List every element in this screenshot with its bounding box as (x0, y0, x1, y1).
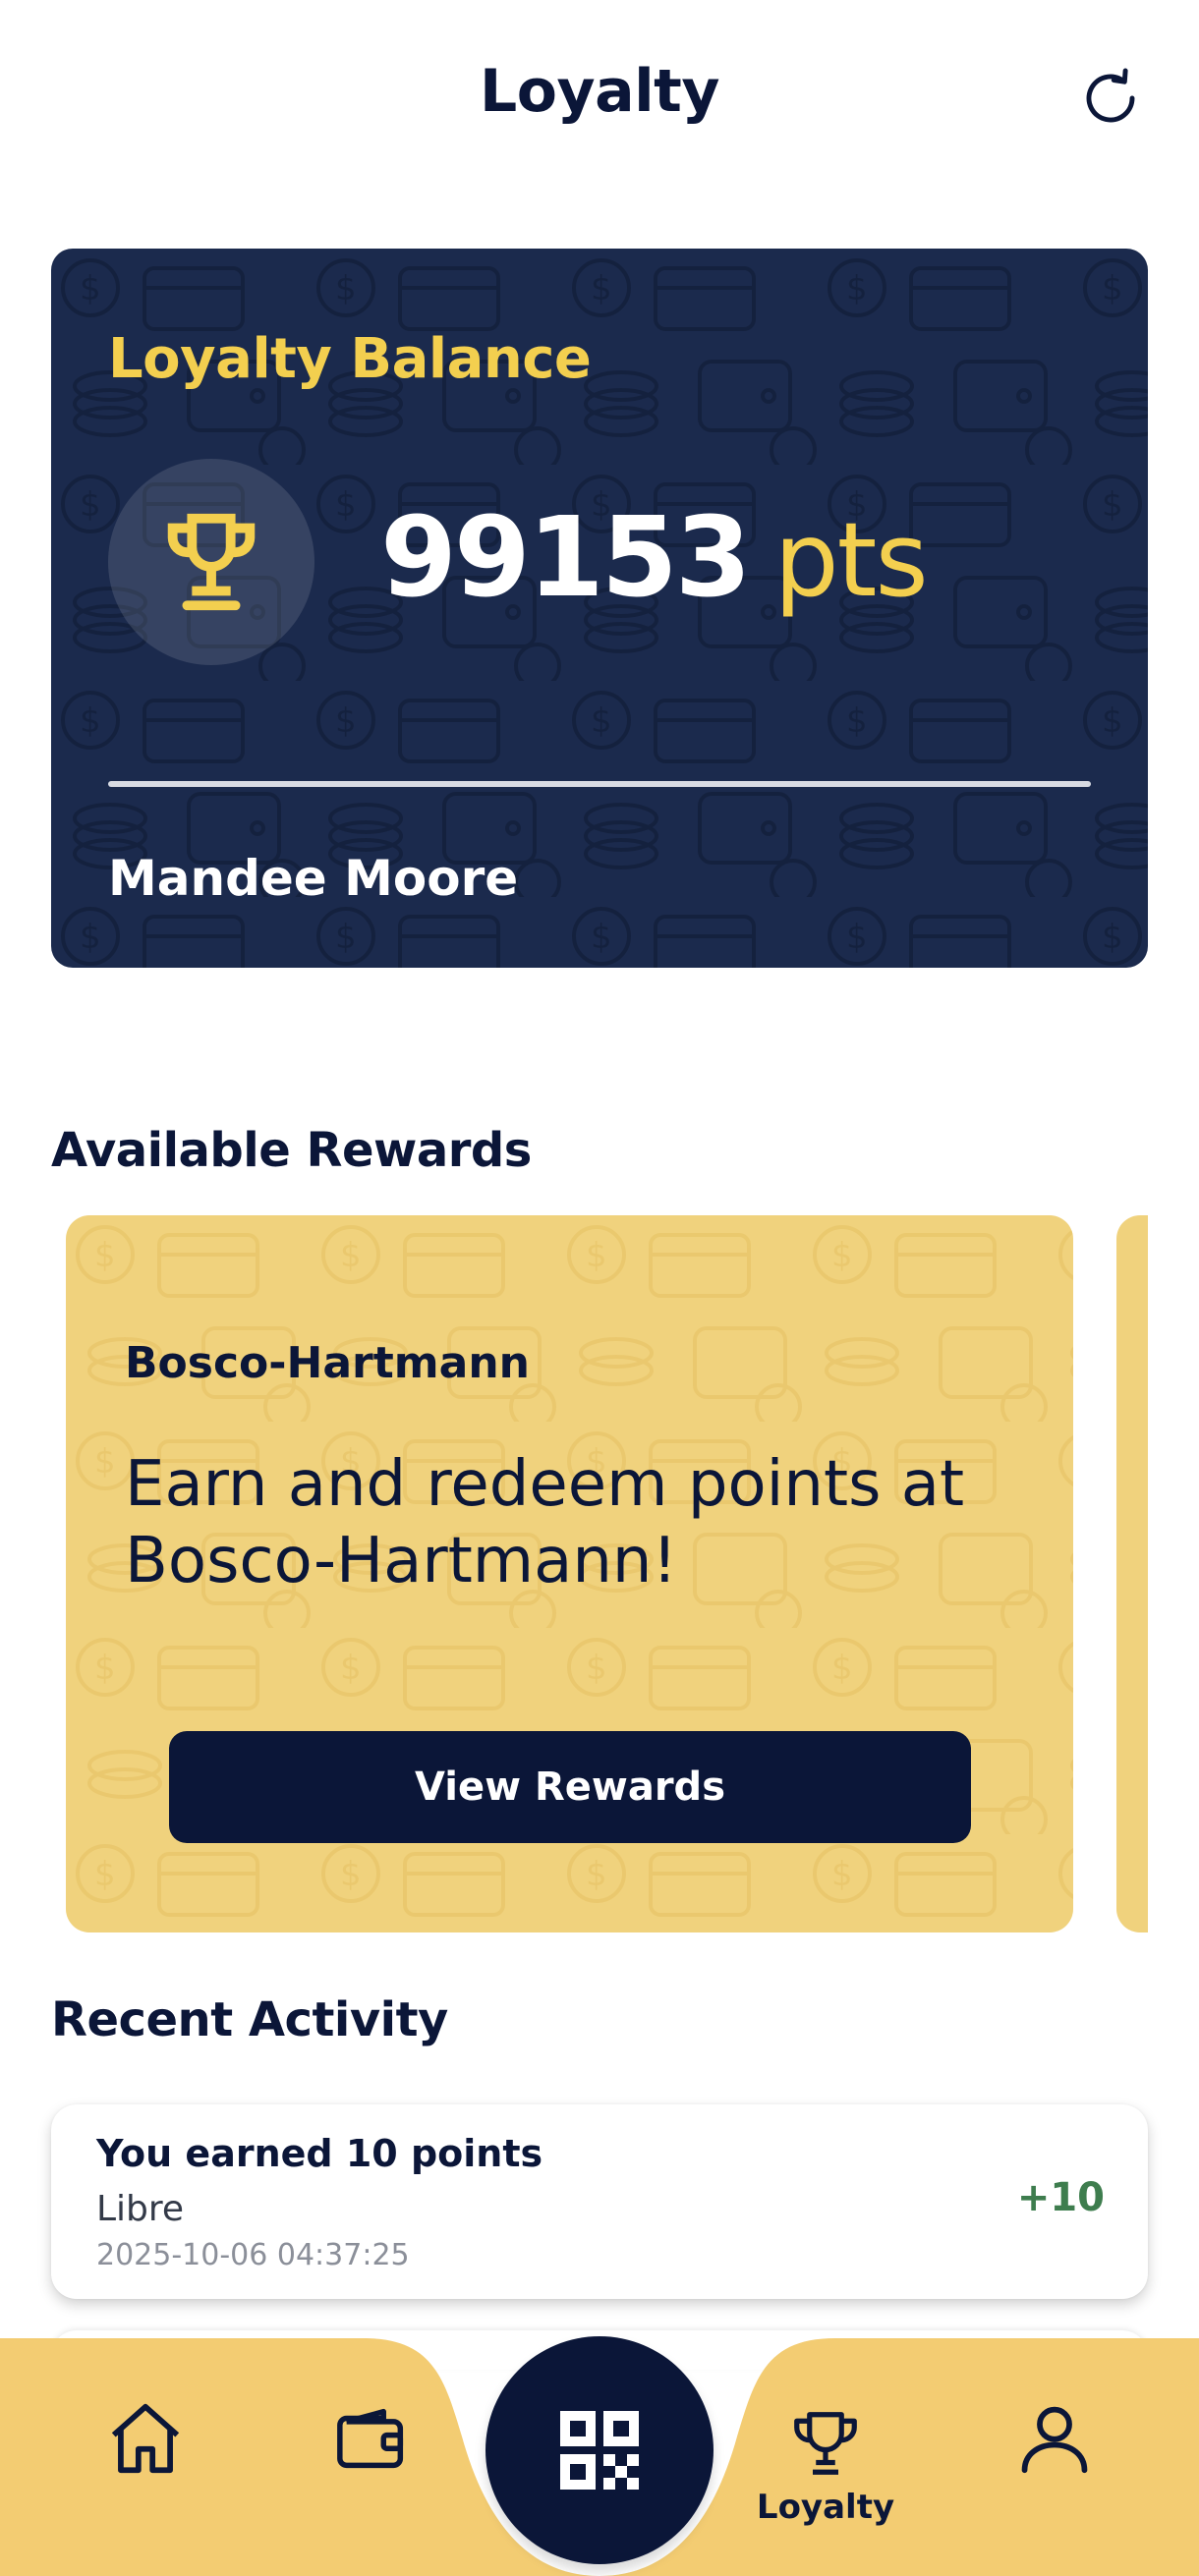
home-icon (111, 2403, 180, 2474)
trophy-icon (167, 513, 256, 611)
activity-timestamp: 2025-10-06 04:37:25 (96, 2238, 410, 2272)
trophy-badge (108, 459, 314, 665)
nav-wallet[interactable] (324, 2389, 423, 2488)
reward-description: Earn and redeem points at Bosco-Hartmann… (125, 1448, 965, 1597)
activity-points: +10 (1016, 2175, 1105, 2220)
refresh-icon (1086, 68, 1135, 123)
next-reward-card-peek[interactable] (1116, 1215, 1148, 1932)
page-title: Loyalty (480, 57, 719, 126)
reward-merchant-name: Bosco-Hartmann (125, 1338, 530, 1388)
wallet-icon (337, 2408, 404, 2469)
activity-section-title: Recent Activity (51, 1992, 448, 2047)
nav-loyalty-label: Loyalty (756, 2488, 895, 2527)
profile-icon (1021, 2406, 1088, 2474)
activity-merchant: Libre (96, 2189, 185, 2229)
qr-code-icon (560, 2411, 639, 2490)
app-header: Loyalty (0, 0, 1199, 196)
trophy-icon (794, 2412, 857, 2475)
member-name: Mandee Moore (108, 850, 519, 907)
view-rewards-button[interactable]: View Rewards (169, 1731, 971, 1843)
points-unit: pts (773, 500, 929, 620)
card-divider (108, 781, 1091, 787)
nav-loyalty[interactable]: Loyalty (757, 2397, 894, 2535)
reward-card[interactable]: $ Bosco-Hartmann Earn and redeem points … (66, 1215, 1073, 1932)
nav-profile[interactable] (1005, 2389, 1104, 2488)
points-value: 99153 (380, 494, 752, 622)
activity-list-item[interactable]: You earned 10 points Libre 2025-10-06 04… (51, 2104, 1148, 2299)
activity-title: You earned 10 points (96, 2132, 543, 2175)
scan-qr-button[interactable] (485, 2336, 714, 2564)
nav-home[interactable] (96, 2389, 195, 2488)
points-display: 99153 pts (380, 494, 929, 632)
refresh-button[interactable] (1073, 61, 1148, 136)
loyalty-balance-card: $ Loyalty Balance 99153 pts (51, 249, 1148, 968)
rewards-section-title: Available Rewards (51, 1123, 532, 1178)
balance-label: Loyalty Balance (108, 327, 592, 391)
